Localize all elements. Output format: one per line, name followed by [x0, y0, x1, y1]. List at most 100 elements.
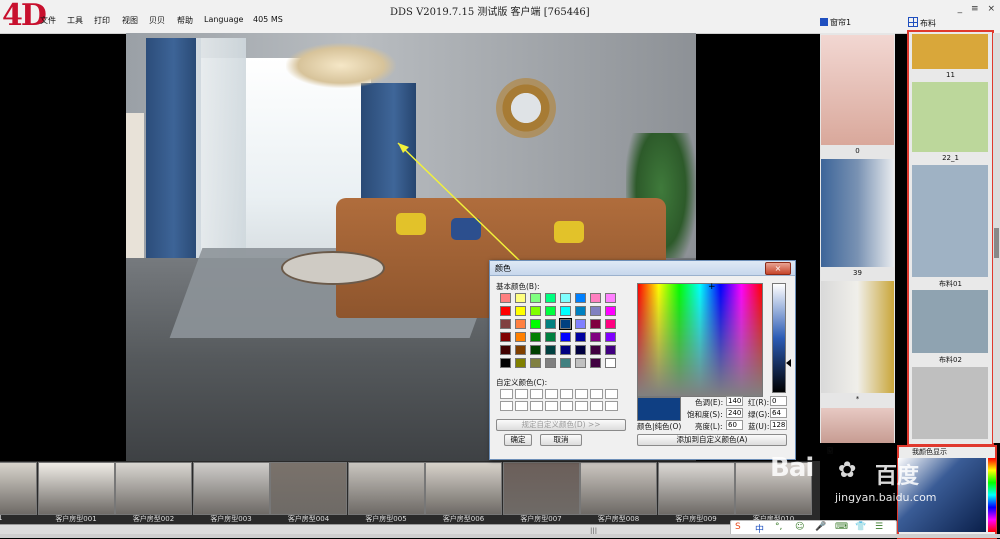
basic-color-swatch[interactable] [545, 319, 556, 329]
basic-color-swatch[interactable] [515, 293, 526, 303]
basic-color-swatch[interactable] [575, 345, 586, 355]
basic-color-swatch[interactable] [560, 293, 571, 303]
curtain-thumb[interactable] [821, 35, 894, 145]
basic-color-swatch[interactable] [515, 358, 526, 368]
basic-color-swatch[interactable] [545, 332, 556, 342]
basic-color-swatch[interactable] [500, 293, 511, 303]
room-type-thumb[interactable] [657, 462, 735, 515]
custom-color-swatch[interactable] [530, 389, 543, 399]
basic-color-swatch[interactable] [575, 319, 586, 329]
menu-icon[interactable]: ≡ [971, 4, 979, 14]
room-type-thumb[interactable] [0, 462, 37, 515]
menu-file[interactable]: 文件 [40, 15, 56, 26]
basic-color-swatch[interactable] [605, 358, 616, 368]
basic-color-swatch[interactable] [605, 293, 616, 303]
ok-button[interactable]: 确定 [504, 434, 532, 446]
blue-field[interactable]: 128 [770, 420, 787, 430]
basic-color-swatch[interactable] [560, 345, 571, 355]
hue-bar[interactable] [988, 458, 996, 532]
cancel-button[interactable]: 取消 [540, 434, 582, 446]
red-field[interactable]: 0 [770, 396, 787, 406]
custom-color-swatch[interactable] [605, 389, 618, 399]
custom-color-swatch[interactable] [605, 401, 618, 411]
custom-color-swatch[interactable] [500, 389, 513, 399]
basic-color-swatch[interactable] [500, 345, 511, 355]
basic-color-swatch[interactable] [530, 358, 541, 368]
basic-color-swatch[interactable] [500, 332, 511, 342]
room-type-thumb[interactable] [37, 462, 115, 515]
custom-color-swatch[interactable] [560, 389, 573, 399]
dialog-close-button[interactable]: × [765, 262, 791, 275]
fabric-scrollbar[interactable] [993, 33, 1000, 443]
skin-icon[interactable]: 👕 [855, 522, 866, 532]
basic-color-swatch[interactable] [575, 358, 586, 368]
basic-color-swatch[interactable] [590, 306, 601, 316]
custom-color-swatch[interactable] [530, 401, 543, 411]
custom-color-swatch[interactable] [590, 401, 603, 411]
custom-color-swatch[interactable] [515, 389, 528, 399]
custom-color-swatch[interactable] [575, 389, 588, 399]
scrollbar-thumb[interactable] [994, 228, 999, 258]
basic-color-swatch[interactable] [590, 293, 601, 303]
custom-color-swatch[interactable] [500, 401, 513, 411]
basic-color-swatch[interactable] [590, 332, 601, 342]
basic-color-swatch[interactable] [590, 345, 601, 355]
mic-icon[interactable]: 🎤 [815, 522, 826, 532]
basic-color-swatch[interactable] [515, 332, 526, 342]
basic-color-swatch[interactable] [515, 306, 526, 316]
basic-color-swatch[interactable] [530, 293, 541, 303]
room-type-thumb[interactable] [425, 462, 502, 515]
fabric-swatch[interactable] [912, 367, 988, 439]
room-type-thumb[interactable] [347, 462, 425, 515]
basic-color-swatch[interactable] [590, 319, 601, 329]
saturation-field[interactable]: 240 [726, 408, 743, 418]
fabric-swatch[interactable] [912, 82, 988, 152]
basic-color-swatch[interactable] [515, 345, 526, 355]
hue-field[interactable]: 140 [726, 396, 743, 406]
curtain-thumb[interactable] [821, 281, 894, 393]
luminance-slider[interactable] [772, 283, 786, 393]
close-button[interactable]: × [987, 4, 995, 14]
tab-fabric[interactable]: 布料 [908, 17, 936, 29]
curtain-thumb[interactable] [821, 159, 894, 267]
define-custom-colors-button[interactable]: 规定自定义颜色(D) >> [496, 419, 626, 431]
fabric-swatch[interactable] [912, 290, 988, 353]
room-type-thumb[interactable] [580, 462, 657, 515]
basic-color-swatch[interactable] [545, 345, 556, 355]
menu-view[interactable]: 视图 [122, 15, 138, 26]
keyboard-icon[interactable]: ⌨ [835, 522, 848, 532]
add-to-custom-colors-button[interactable]: 添加到自定义颜色(A) [637, 434, 787, 446]
basic-color-swatch[interactable] [530, 345, 541, 355]
custom-color-swatch[interactable] [590, 389, 603, 399]
basic-color-swatch[interactable] [545, 306, 556, 316]
emoji-icon[interactable]: ☺ [795, 522, 804, 532]
custom-color-swatch[interactable] [560, 401, 573, 411]
basic-color-swatch[interactable] [575, 293, 586, 303]
luminance-field[interactable]: 60 [726, 420, 743, 430]
fabric-swatch[interactable] [912, 34, 988, 69]
basic-color-swatch[interactable] [560, 358, 571, 368]
tab-curtain[interactable]: 窗帘1 [820, 17, 851, 28]
basic-color-swatch[interactable] [500, 358, 511, 368]
basic-color-swatch[interactable] [545, 293, 556, 303]
basic-color-swatch[interactable] [605, 319, 616, 329]
room-type-thumb[interactable] [502, 462, 580, 515]
basic-color-swatch[interactable] [560, 332, 571, 342]
custom-color-swatch[interactable] [515, 401, 528, 411]
color-spectrum[interactable] [637, 283, 763, 397]
room-type-thumb[interactable] [192, 462, 270, 515]
basic-color-swatch[interactable] [530, 306, 541, 316]
luminance-arrow-icon[interactable] [786, 359, 791, 367]
basic-color-swatch[interactable] [605, 332, 616, 342]
menu-help[interactable]: 帮助 [177, 15, 193, 26]
menu-icon[interactable]: ☰ [875, 522, 883, 532]
custom-color-swatch[interactable] [575, 401, 588, 411]
basic-color-swatch[interactable] [500, 319, 511, 329]
room-type-thumb[interactable] [270, 462, 347, 515]
basic-color-swatch[interactable] [559, 318, 572, 330]
green-field[interactable]: 64 [770, 408, 787, 418]
basic-color-swatch[interactable] [575, 332, 586, 342]
room-type-thumb[interactable] [115, 462, 192, 515]
basic-color-swatch[interactable] [530, 319, 541, 329]
menu-tools[interactable]: 工具 [67, 15, 83, 26]
